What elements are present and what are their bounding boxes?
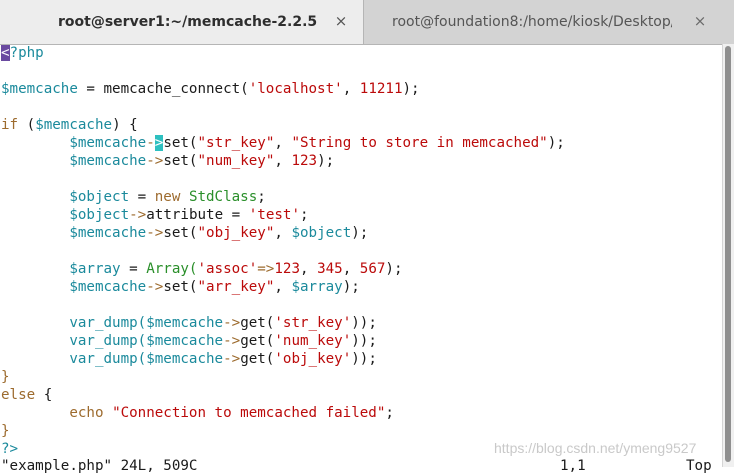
tab-bar: root@server1:~/memcache-2.2.5 × root@fou… bbox=[0, 0, 734, 45]
code-line-18: var_dump($memcache->get('obj_key')); bbox=[69, 351, 377, 367]
code-line-20: else { bbox=[1, 387, 53, 403]
code-line-10: $object->attribute = 'test'; bbox=[69, 207, 309, 223]
status-cursor-position: 1,1 bbox=[560, 458, 586, 474]
code-line-7: $memcache->set("num_key", 123); bbox=[69, 153, 335, 169]
code-line-23: ?> bbox=[1, 441, 19, 457]
watermark: https://blog.csdn.net/ymeng9527 bbox=[494, 440, 697, 456]
close-icon[interactable]: × bbox=[690, 11, 710, 31]
code-line-5: if ($memcache) { bbox=[1, 117, 138, 133]
vim-status-line: "example.php" 24L, 509C 1,1 Top bbox=[0, 458, 722, 476]
code-line-3: $memcache = memcache_connect('localhost'… bbox=[1, 81, 420, 97]
code-line-1: <?php bbox=[1, 45, 44, 61]
tab-title: root@foundation8:/home/kiosk/Desktop/... bbox=[392, 14, 672, 30]
scrollbar-thumb[interactable] bbox=[725, 46, 731, 462]
code-line-21: echo "Connection to memcached failed"; bbox=[69, 405, 394, 421]
code-line-22: } bbox=[1, 423, 10, 439]
status-scroll-position: Top bbox=[686, 458, 712, 474]
code-line-19: } bbox=[1, 369, 10, 385]
close-icon[interactable]: × bbox=[331, 11, 351, 31]
code-line-14: $memcache->set("arr_key", $array); bbox=[69, 279, 360, 295]
tab-foundation8[interactable]: root@foundation8:/home/kiosk/Desktop/...… bbox=[364, 0, 734, 44]
code-line-16: var_dump($memcache->get('str_key')); bbox=[69, 315, 377, 331]
code-line-9: $object = new StdClass; bbox=[69, 189, 266, 205]
code-line-11: $memcache->set("obj_key", $object); bbox=[69, 225, 369, 241]
status-file-info: "example.php" 24L, 509C bbox=[1, 458, 198, 474]
tab-title: root@server1:~/memcache-2.2.5 bbox=[58, 14, 318, 30]
code-line-6: $memcache->set("str_key", "String to sto… bbox=[69, 135, 565, 151]
code-line-17: var_dump($memcache->get('num_key')); bbox=[69, 333, 377, 349]
code-line-13: $array = Array('assoc'=>123, 345, 567); bbox=[69, 261, 403, 277]
tab-server1[interactable]: root@server1:~/memcache-2.2.5 × bbox=[0, 0, 364, 44]
terminal-editor[interactable]: <?php $memcache = memcache_connect('loca… bbox=[0, 44, 722, 467]
